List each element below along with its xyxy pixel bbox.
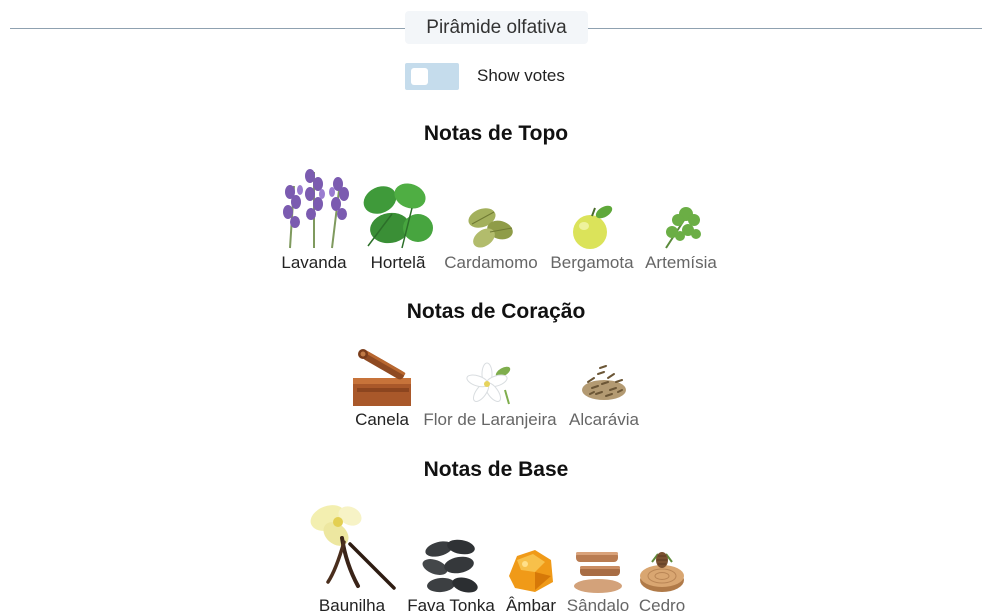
sandalwood-icon [574, 552, 622, 593]
show-votes-toggle[interactable] [405, 63, 459, 90]
amber-icon [509, 550, 553, 592]
toggle-knob [411, 68, 428, 85]
note-label: Bergamota [550, 253, 634, 272]
base-notes-title: Notas de Base [423, 458, 569, 481]
note-hortela[interactable]: Hortelã [362, 178, 434, 276]
note-label: Lavanda [281, 253, 347, 272]
note-flor-de-laranjeira[interactable]: Flor de Laranjeira [418, 360, 562, 434]
note-label: Âmbar [505, 596, 557, 615]
note-baunilha[interactable]: Baunilha [306, 504, 398, 615]
note-sandalo[interactable]: Sândalo [563, 546, 633, 615]
note-label: Hortelã [370, 253, 426, 272]
section-header-title: Pirâmide olfativa [405, 11, 588, 44]
note-fava-tonka[interactable]: Fava Tonka [402, 537, 500, 615]
note-label: Sândalo [566, 596, 630, 615]
vanilla-icon [310, 505, 396, 590]
note-alcaravia[interactable]: Alcarávia [565, 360, 643, 434]
heart-notes-title: Notas de Coração [406, 300, 586, 323]
note-canela[interactable]: Canela [348, 348, 416, 434]
note-ambar[interactable]: Âmbar [502, 546, 560, 615]
artemisia-icon [665, 207, 701, 249]
cinnamon-icon [353, 349, 411, 406]
note-label: Cardamomo [444, 253, 538, 272]
cardamom-icon [468, 208, 513, 248]
note-cedro[interactable]: Cedro [636, 546, 688, 615]
lavender-icon [283, 169, 349, 249]
note-label: Artemísia [645, 253, 717, 272]
note-cardamomo[interactable]: Cardamomo [441, 204, 541, 276]
note-label: Flor de Laranjeira [423, 410, 557, 429]
caraway-icon [582, 365, 626, 400]
note-label: Cedro [638, 596, 686, 615]
note-artemisia[interactable]: Artemísia [642, 204, 720, 276]
show-votes-label: Show votes [477, 66, 565, 85]
note-label: Fava Tonka [407, 596, 495, 615]
bergamot-icon [573, 205, 613, 249]
orange-blossom-icon [466, 362, 511, 405]
mint-icon [363, 183, 433, 249]
note-bergamota[interactable]: Bergamota [547, 204, 637, 276]
note-lavanda[interactable]: Lavanda [276, 168, 352, 276]
tonka-bean-icon [422, 539, 478, 593]
cedar-icon [640, 552, 684, 592]
note-label: Alcarávia [569, 410, 639, 429]
top-notes-title: Notas de Topo [423, 122, 569, 145]
note-label: Canela [355, 410, 409, 429]
note-label: Baunilha [318, 596, 386, 615]
